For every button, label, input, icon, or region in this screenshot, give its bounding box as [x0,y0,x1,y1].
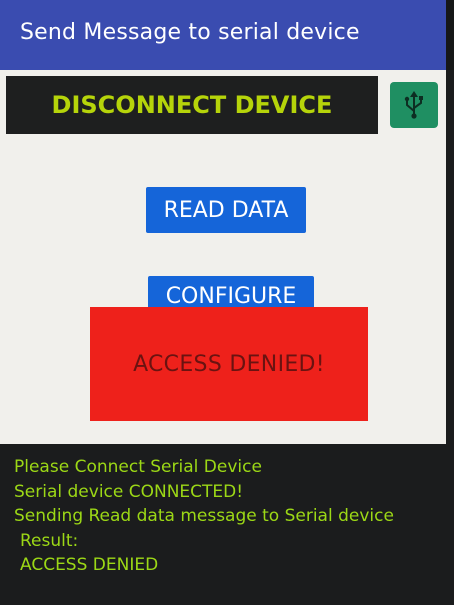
log-line: Result: [20,530,79,551]
log-line: Sending Read data message to Serial devi… [14,506,394,526]
usb-button[interactable] [390,82,438,128]
log-line: ACCESS DENIED [20,555,159,575]
usb-icon [404,91,423,119]
main-content: DISCONNECT DEVICE READ DATA CONFIGURE AC… [0,70,446,444]
disconnect-device-button[interactable]: DISCONNECT DEVICE [6,76,378,134]
log-line: Serial device CONNECTED! [14,481,244,502]
page-title: Send Message to serial device [20,20,360,45]
access-denied-alert: ACCESS DENIED! [90,307,368,421]
log-line: Please Connect Serial Device [14,457,262,477]
alert-message: ACCESS DENIED! [133,351,325,377]
app-bar: Send Message to serial device [0,0,454,70]
read-data-button[interactable]: READ DATA [146,187,306,233]
serial-log: Please Connect Serial Device Serial devi… [14,455,444,578]
app-screen: Send Message to serial device DISCONNECT… [0,0,454,605]
